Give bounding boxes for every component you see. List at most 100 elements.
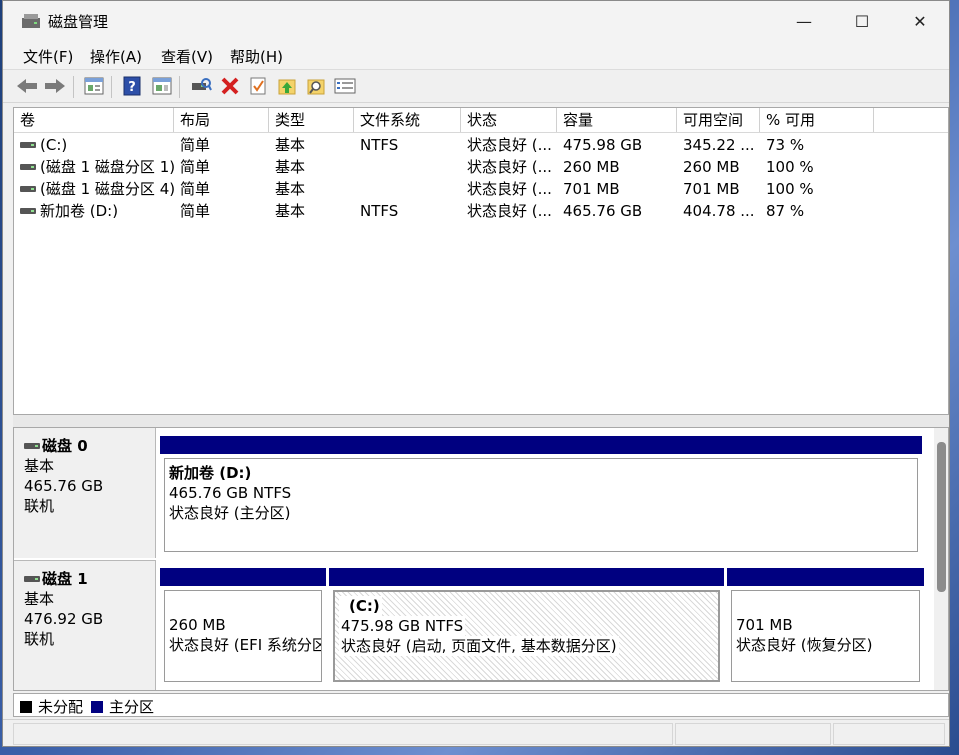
toolbar: ? (3, 69, 949, 103)
partition-recovery[interactable]: 701 MB 状态良好 (恢复分区) (727, 568, 924, 686)
partition-legend: 未分配 主分区 (13, 693, 949, 717)
cell-filesystem (354, 156, 461, 178)
cell-layout: 简单 (180, 136, 211, 154)
cell-filesystem: NTFS (360, 136, 399, 154)
cell-percent-free: 73 % (766, 136, 805, 154)
unallocated-swatch (20, 700, 32, 713)
cell-capacity: 475.98 GB (563, 136, 643, 154)
volume-list[interactable]: 卷 布局 类型 文件系统 状态 容量 可用空间 % 可用 (C:) 简单 基本 … (13, 107, 949, 415)
partition-c[interactable]: (C:) 475.98 GB NTFS 状态良好 (启动, 页面文件, 基本数据… (329, 568, 724, 686)
maximize-icon: ☐ (854, 11, 870, 31)
drive-icon (24, 442, 40, 449)
list-view-icon[interactable] (333, 75, 357, 97)
menu-view[interactable]: 查看(V) (161, 46, 213, 67)
table-row[interactable]: (磁盘 1 磁盘分区 1) 简单 基本 状态良好 (... 260 MB 260… (14, 156, 948, 178)
help-icon[interactable]: ? (120, 75, 144, 97)
disk-0-state: 联机 (24, 497, 55, 515)
partition-size: 701 MB (736, 616, 793, 634)
column-header-status[interactable]: 状态 (461, 108, 557, 132)
disk-graphical-view[interactable]: 磁盘 0 基本 465.76 GB 联机 新加卷 (D:) 465.76 GB … (13, 427, 949, 691)
check-icon[interactable] (246, 75, 270, 97)
cell-filesystem (354, 178, 461, 200)
delete-icon[interactable] (218, 75, 242, 97)
column-header-layout[interactable]: 布局 (174, 108, 269, 132)
cell-percent-free: 100 % (766, 158, 814, 176)
search-folder-icon[interactable] (304, 75, 328, 97)
title-bar[interactable]: 磁盘管理 — ☐ ✕ (3, 1, 949, 41)
cell-free-space: 345.22 ... (683, 136, 755, 154)
drive-icon (20, 141, 36, 148)
column-header-percent-free[interactable]: % 可用 (760, 108, 874, 132)
menu-help[interactable]: 帮助(H) (230, 46, 283, 67)
column-header-filesystem[interactable]: 文件系统 (354, 108, 461, 132)
close-button[interactable]: ✕ (891, 1, 949, 41)
cell-free-space: 701 MB (683, 180, 740, 198)
partition-efi[interactable]: 260 MB 状态良好 (EFI 系统分区 (160, 568, 326, 686)
column-header-free-space[interactable]: 可用空间 (677, 108, 760, 132)
cell-volume: (磁盘 1 磁盘分区 4) (40, 180, 174, 198)
toolbar-separator (179, 76, 180, 98)
cell-percent-free: 100 % (766, 180, 814, 198)
legend-label: 主分区 (109, 698, 155, 716)
forward-arrow-icon[interactable] (43, 75, 67, 97)
cell-status: 状态良好 (... (467, 202, 552, 220)
graph-vertical-scrollbar[interactable] (934, 428, 948, 690)
connect-icon[interactable] (189, 75, 213, 97)
cell-filesystem: NTFS (360, 202, 399, 220)
drive-icon (24, 575, 40, 582)
disk-1-kind: 基本 (24, 590, 55, 608)
close-icon: ✕ (913, 11, 927, 31)
refresh-icon[interactable] (150, 75, 174, 97)
drive-icon (20, 207, 36, 214)
partition-status: 状态良好 (主分区) (169, 504, 291, 522)
properties-icon[interactable] (82, 75, 106, 97)
cell-volume: 新加卷 (D:) (40, 202, 119, 220)
cell-percent-free: 87 % (766, 202, 805, 220)
up-folder-icon[interactable] (275, 75, 299, 97)
cell-status: 状态良好 (... (467, 180, 552, 198)
disk-0-info[interactable]: 磁盘 0 基本 465.76 GB 联机 (14, 428, 156, 558)
cell-type: 基本 (275, 136, 306, 154)
disk-1-info[interactable]: 磁盘 1 基本 476.92 GB 联机 (14, 560, 156, 690)
column-header-volume[interactable]: 卷 (14, 108, 174, 132)
partition-size: 260 MB (169, 616, 226, 634)
maximize-button[interactable]: ☐ (833, 1, 891, 41)
cell-layout: 简单 (180, 202, 211, 220)
pane-splitter[interactable] (13, 415, 949, 427)
disk-0-size: 465.76 GB (24, 477, 104, 495)
disk-1-state: 联机 (24, 630, 55, 648)
table-row[interactable]: (C:) 简单 基本 NTFS 状态良好 (... 475.98 GB 345.… (14, 134, 948, 156)
cell-free-space: 260 MB (683, 158, 740, 176)
minimize-button[interactable]: — (775, 1, 833, 41)
toolbar-separator (73, 76, 74, 98)
table-row[interactable]: 新加卷 (D:) 简单 基本 NTFS 状态良好 (... 465.76 GB … (14, 200, 948, 222)
menu-file[interactable]: 文件(F) (23, 46, 73, 67)
partition-title: 新加卷 (D:) (169, 464, 252, 482)
partition-size: 465.76 GB NTFS (169, 484, 292, 502)
disk-management-window: 磁盘管理 — ☐ ✕ 文件(F) 操作(A) 查看(V) 帮助(H) ? 卷 布… (2, 0, 950, 747)
legend-unallocated: 未分配 (20, 696, 83, 717)
cell-capacity: 701 MB (563, 180, 620, 198)
partition-status: 状态良好 (EFI 系统分区 (169, 636, 322, 654)
primary-partition-bar (160, 436, 922, 454)
table-row[interactable]: (磁盘 1 磁盘分区 4) 简单 基本 状态良好 (... 701 MB 701… (14, 178, 948, 200)
column-header-type[interactable]: 类型 (269, 108, 354, 132)
scrollbar-thumb[interactable] (937, 442, 946, 592)
drive-icon (20, 185, 36, 192)
cell-layout: 简单 (180, 180, 211, 198)
volume-list-header: 卷 布局 类型 文件系统 状态 容量 可用空间 % 可用 (14, 108, 948, 133)
column-header-capacity[interactable]: 容量 (557, 108, 677, 132)
cell-layout: 简单 (180, 158, 211, 176)
partition-size: 475.98 GB NTFS (339, 616, 466, 636)
disk-0-kind: 基本 (24, 457, 55, 475)
minimize-icon: — (796, 11, 812, 31)
menu-action[interactable]: 操作(A) (90, 46, 142, 67)
disk-management-app-icon (21, 12, 41, 30)
cell-volume: (C:) (40, 136, 68, 154)
cell-type: 基本 (275, 180, 306, 198)
partition-d[interactable]: 新加卷 (D:) 465.76 GB NTFS 状态良好 (主分区) (160, 436, 922, 556)
cell-type: 基本 (275, 158, 306, 176)
drive-icon (20, 163, 36, 170)
back-arrow-icon[interactable] (15, 75, 39, 97)
cell-free-space: 404.78 ... (683, 202, 755, 220)
